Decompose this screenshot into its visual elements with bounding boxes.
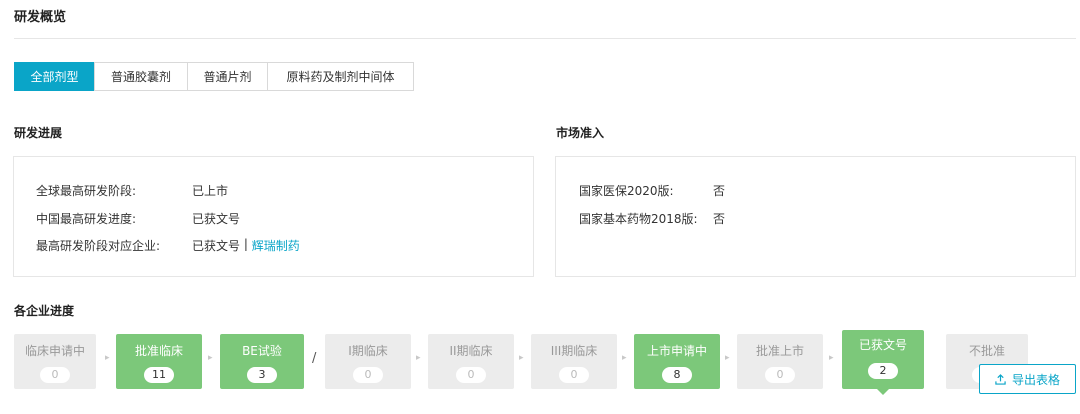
selected-pointer (876, 388, 890, 395)
nrdl-label: 国家医保2020版: (579, 184, 674, 198)
step-count-badge: 8 (662, 367, 692, 383)
top-stage-company-row: 最高研发阶段对应企业: 已获文号 | 辉瑞制药 (36, 237, 300, 254)
global-stage-row: 全球最高研发阶段: 已上市 (36, 182, 228, 199)
step-count-badge: 0 (456, 367, 486, 383)
essential-drug-label: 国家基本药物2018版: (579, 212, 698, 226)
step-label: 临床申请中 (24, 344, 85, 358)
company-progress-title: 各企业进度 (14, 304, 75, 318)
value-separator: | (240, 237, 252, 251)
step-label: 不批准 (968, 344, 1005, 358)
chevron-right-icon: ▸ (622, 353, 627, 363)
step-clinical-approved[interactable]: 批准临床 11 (116, 334, 202, 389)
step-label: 批准上市 (755, 344, 804, 358)
step-label: II期临床 (449, 344, 493, 358)
chevron-right-icon: ▸ (208, 353, 213, 363)
top-stage-company-value: 已获文号 (192, 239, 241, 253)
essential-drug-value: 否 (713, 212, 726, 226)
step-count-badge: 11 (144, 367, 174, 383)
step-approval-number-obtained[interactable]: 已获文号 2 (842, 330, 924, 395)
china-stage-value: 已获文号 (192, 212, 241, 226)
chevron-right-icon: ▸ (829, 353, 834, 363)
step-count-badge: 0 (559, 367, 589, 383)
step-marketing-approved[interactable]: 批准上市 0 (737, 334, 823, 389)
company-link[interactable]: 辉瑞制药 (252, 237, 300, 254)
chevron-right-icon: ▸ (519, 353, 524, 363)
step-clinical-application[interactable]: 临床申请中 0 (14, 334, 96, 389)
top-stage-company-label: 最高研发阶段对应企业: (36, 239, 161, 253)
step-phase-2[interactable]: II期临床 0 (428, 334, 514, 389)
global-stage-value: 已上市 (192, 184, 229, 198)
slash-divider: / (312, 351, 317, 366)
nrdl-row: 国家医保2020版: 否 (579, 182, 725, 199)
step-count-badge: 0 (40, 367, 70, 383)
header-divider (14, 38, 1076, 39)
market-access-title: 市场准入 (556, 126, 605, 140)
global-stage-label: 全球最高研发阶段: (36, 184, 137, 198)
china-stage-row: 中国最高研发进度: 已获文号 (36, 210, 240, 227)
tab-tablets[interactable]: 普通片剂 (187, 62, 268, 91)
step-phase-3[interactable]: III期临床 0 (531, 334, 617, 389)
upload-icon (995, 373, 1006, 385)
step-label: III期临床 (550, 344, 598, 358)
step-count-badge: 3 (247, 367, 277, 383)
export-button-label: 导出表格 (1011, 372, 1060, 387)
china-stage-label: 中国最高研发进度: (36, 212, 137, 226)
step-label: I期临床 (348, 344, 388, 358)
nrdl-value: 否 (713, 184, 726, 198)
step-label: 已获文号 (858, 338, 907, 352)
tab-api-intermediates[interactable]: 原料药及制剂中间体 (267, 62, 414, 91)
essential-drug-row: 国家基本药物2018版: 否 (579, 210, 725, 227)
step-count-badge: 0 (765, 367, 795, 383)
step-label: BE试验 (242, 344, 282, 358)
step-label: 上市申请中 (646, 344, 707, 358)
tab-capsules[interactable]: 普通胶囊剂 (94, 62, 188, 91)
dosage-form-tabs: 全部剂型 普通胶囊剂 普通片剂 原料药及制剂中间体 (14, 62, 414, 91)
step-phase-1[interactable]: I期临床 0 (325, 334, 411, 389)
tab-all-dosage-forms[interactable]: 全部剂型 (14, 62, 95, 91)
chevron-right-icon: ▸ (416, 353, 421, 363)
page-title: 研发概览 (14, 10, 67, 25)
step-be-trial[interactable]: BE试验 3 (220, 334, 304, 389)
step-count-badge: 0 (353, 367, 383, 383)
chevron-right-icon: ▸ (725, 353, 730, 363)
rd-progress-title: 研发进展 (14, 126, 63, 140)
export-table-button[interactable]: 导出表格 (979, 364, 1076, 394)
step-nda-submitted[interactable]: 上市申请中 8 (634, 334, 720, 389)
step-count-badge: 2 (868, 363, 898, 379)
chevron-right-icon: ▸ (105, 353, 110, 363)
step-label: 批准临床 (134, 344, 183, 358)
